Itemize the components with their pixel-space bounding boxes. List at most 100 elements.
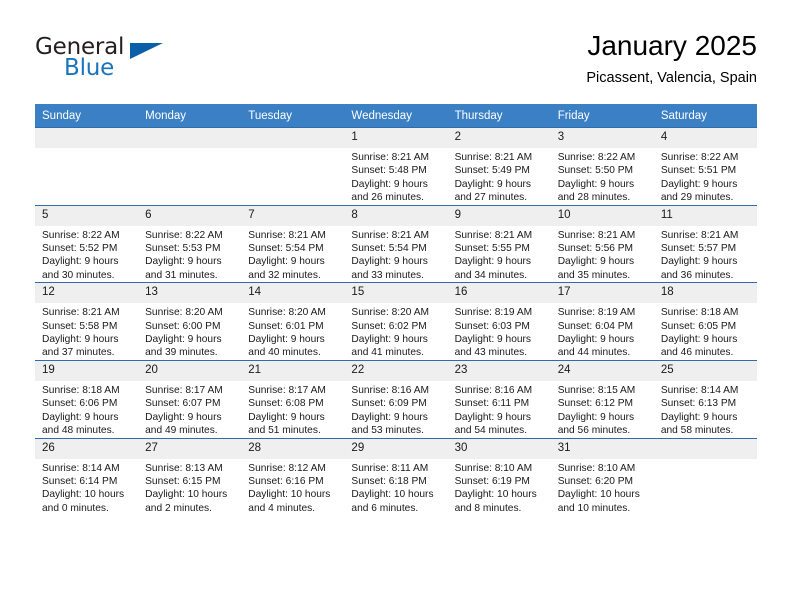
day-number: 9	[447, 205, 551, 226]
calendar-day-cell[interactable]: 3 Sunrise: 8:22 AM Sunset: 5:50 PM Dayli…	[550, 127, 654, 206]
day-details: Sunrise: 8:19 AM Sunset: 6:03 PM Dayligh…	[448, 303, 551, 360]
calendar-day-cell[interactable]: 10 Sunrise: 8:21 AM Sunset: 5:56 PM Dayl…	[550, 204, 654, 283]
sunset-text: Sunset: 5:52 PM	[42, 243, 118, 255]
sunset-text: Sunset: 5:58 PM	[42, 320, 118, 332]
sunrise-text: Sunrise: 8:21 AM	[454, 229, 533, 241]
calendar-day-cell[interactable]: 12 Sunrise: 8:21 AM Sunset: 5:58 PM Dayl…	[35, 282, 139, 361]
daylight-text-line2: and 26 minutes.	[351, 192, 424, 204]
sunset-text: Sunset: 6:11 PM	[454, 398, 530, 410]
calendar-day-cell[interactable]: 24 Sunrise: 8:15 AM Sunset: 6:12 PM Dayl…	[550, 359, 654, 438]
daylight-text-line1: Daylight: 10 hours	[248, 489, 331, 501]
day-details: Sunrise: 8:22 AM Sunset: 5:53 PM Dayligh…	[138, 226, 241, 283]
weekday-header-thursday: Thursday	[447, 104, 551, 128]
day-number: 8	[344, 205, 448, 226]
calendar-day-cell[interactable]: 21 Sunrise: 8:17 AM Sunset: 6:08 PM Dayl…	[241, 359, 345, 438]
daylight-text-line1: Daylight: 9 hours	[557, 256, 635, 268]
sunset-text: Sunset: 6:18 PM	[351, 475, 427, 487]
daylight-text-line2: and 46 minutes.	[660, 347, 734, 359]
calendar-day-cell[interactable]: 22 Sunrise: 8:16 AM Sunset: 6:09 PM Dayl…	[344, 359, 448, 438]
calendar-body: 1 Sunrise: 8:21 AM Sunset: 5:48 PM Dayli…	[35, 127, 757, 516]
daylight-text-line1: Daylight: 9 hours	[557, 334, 635, 346]
day-number: 20	[138, 360, 242, 381]
daylight-text-line2: and 31 minutes.	[145, 269, 218, 281]
day-details: Sunrise: 8:18 AM Sunset: 6:05 PM Dayligh…	[654, 303, 757, 360]
day-number	[138, 128, 242, 148]
day-details: Sunrise: 8:22 AM Sunset: 5:52 PM Dayligh…	[35, 226, 138, 283]
calendar-day-cell[interactable]: 19 Sunrise: 8:18 AM Sunset: 6:06 PM Dayl…	[35, 359, 139, 438]
calendar-day-cell[interactable]: 23 Sunrise: 8:16 AM Sunset: 6:11 PM Dayl…	[447, 359, 551, 438]
sunset-text: Sunset: 6:19 PM	[454, 475, 530, 487]
sunrise-text: Sunrise: 8:16 AM	[454, 384, 533, 396]
calendar-day-cell[interactable]: 20 Sunrise: 8:17 AM Sunset: 6:07 PM Dayl…	[138, 359, 242, 438]
daylight-text-line2: and 34 minutes.	[454, 269, 528, 281]
calendar-day-cell[interactable]: 11 Sunrise: 8:21 AM Sunset: 5:57 PM Dayl…	[653, 204, 757, 283]
sunrise-text: Sunrise: 8:22 AM	[660, 152, 739, 163]
calendar-day-cell[interactable]: 8 Sunrise: 8:21 AM Sunset: 5:54 PM Dayli…	[344, 204, 448, 283]
day-number: 24	[550, 360, 654, 381]
daylight-text-line2: and 54 minutes.	[454, 425, 528, 437]
daylight-text-line1: Daylight: 9 hours	[145, 256, 222, 268]
sunset-text: Sunset: 6:12 PM	[557, 398, 634, 410]
daylight-text-line1: Daylight: 9 hours	[42, 411, 119, 423]
day-details: Sunrise: 8:14 AM Sunset: 6:13 PM Dayligh…	[654, 381, 757, 438]
calendar-day-cell[interactable]: 6 Sunrise: 8:22 AM Sunset: 5:53 PM Dayli…	[138, 204, 242, 283]
sunrise-text: Sunrise: 8:22 AM	[42, 229, 120, 241]
day-number: 1	[344, 128, 448, 148]
calendar-day-cell[interactable]: 15 Sunrise: 8:20 AM Sunset: 6:02 PM Dayl…	[344, 282, 448, 361]
daylight-text-line1: Daylight: 10 hours	[454, 489, 537, 501]
calendar-day-cell[interactable]: 13 Sunrise: 8:20 AM Sunset: 6:00 PM Dayl…	[138, 282, 242, 361]
day-details: Sunrise: 8:15 AM Sunset: 6:12 PM Dayligh…	[551, 381, 654, 438]
calendar-day-cell[interactable]: 26 Sunrise: 8:14 AM Sunset: 6:14 PM Dayl…	[35, 437, 139, 516]
day-number: 14	[241, 283, 345, 304]
daylight-text-line1: Daylight: 9 hours	[454, 334, 532, 346]
calendar-day-cell[interactable]: 27 Sunrise: 8:13 AM Sunset: 6:15 PM Dayl…	[138, 437, 242, 516]
sunset-text: Sunset: 5:54 PM	[351, 243, 427, 255]
calendar-day-cell[interactable]: 2 Sunrise: 8:21 AM Sunset: 5:49 PM Dayli…	[447, 127, 551, 206]
calendar-day-cell[interactable]: 16 Sunrise: 8:19 AM Sunset: 6:03 PM Dayl…	[447, 282, 551, 361]
calendar-day-cell[interactable]: 31 Sunrise: 8:10 AM Sunset: 6:20 PM Dayl…	[550, 437, 654, 516]
daylight-text-line2: and 32 minutes.	[248, 269, 321, 281]
calendar-day-cell[interactable]: 25 Sunrise: 8:14 AM Sunset: 6:13 PM Dayl…	[653, 359, 757, 438]
general-blue-logo[interactable]: General Blue	[35, 34, 165, 88]
calendar-day-cell[interactable]: 29 Sunrise: 8:11 AM Sunset: 6:18 PM Dayl…	[344, 437, 448, 516]
sunrise-text: Sunrise: 8:13 AM	[145, 462, 223, 474]
sunset-text: Sunset: 5:49 PM	[454, 165, 530, 177]
calendar-day-cell[interactable]: 4 Sunrise: 8:22 AM Sunset: 5:51 PM Dayli…	[653, 127, 757, 206]
daylight-text-line2: and 6 minutes.	[351, 502, 419, 514]
daylight-text-line2: and 58 minutes.	[660, 425, 734, 437]
calendar-page: General Blue January 2025 Picassent, Val…	[0, 0, 792, 612]
blue-flag-icon	[130, 43, 163, 59]
day-details: Sunrise: 8:22 AM Sunset: 5:50 PM Dayligh…	[551, 148, 654, 205]
calendar-day-cell[interactable]: 9 Sunrise: 8:21 AM Sunset: 5:55 PM Dayli…	[447, 204, 551, 283]
calendar-day-cell[interactable]	[241, 127, 345, 206]
daylight-text-line2: and 4 minutes.	[248, 502, 316, 514]
day-number: 18	[653, 283, 757, 304]
calendar-day-cell[interactable]: 1 Sunrise: 8:21 AM Sunset: 5:48 PM Dayli…	[344, 127, 448, 206]
weekday-header-sunday: Sunday	[35, 104, 139, 128]
sunrise-text: Sunrise: 8:14 AM	[660, 384, 739, 396]
calendar-day-cell[interactable]: 28 Sunrise: 8:12 AM Sunset: 6:16 PM Dayl…	[241, 437, 345, 516]
day-details: Sunrise: 8:14 AM Sunset: 6:14 PM Dayligh…	[35, 459, 138, 516]
day-details: Sunrise: 8:11 AM Sunset: 6:18 PM Dayligh…	[344, 459, 447, 516]
daylight-text-line2: and 41 minutes.	[351, 347, 424, 359]
calendar-day-cell[interactable]: 7 Sunrise: 8:21 AM Sunset: 5:54 PM Dayli…	[241, 204, 345, 283]
calendar-day-cell[interactable]	[35, 127, 139, 206]
day-number: 12	[35, 283, 139, 304]
calendar-day-cell[interactable]	[653, 437, 757, 516]
calendar-day-cell[interactable]: 30 Sunrise: 8:10 AM Sunset: 6:19 PM Dayl…	[447, 437, 551, 516]
daylight-text-line1: Daylight: 9 hours	[557, 178, 635, 190]
daylight-text-line2: and 8 minutes.	[454, 502, 522, 514]
calendar-day-cell[interactable]: 18 Sunrise: 8:18 AM Sunset: 6:05 PM Dayl…	[653, 282, 757, 361]
daylight-text-line2: and 10 minutes.	[557, 502, 631, 514]
sunrise-text: Sunrise: 8:10 AM	[454, 462, 533, 474]
calendar-day-cell[interactable]: 5 Sunrise: 8:22 AM Sunset: 5:52 PM Dayli…	[35, 204, 139, 283]
sunrise-text: Sunrise: 8:17 AM	[145, 384, 223, 396]
daylight-text-line2: and 30 minutes.	[42, 269, 115, 281]
calendar-day-cell[interactable]: 14 Sunrise: 8:20 AM Sunset: 6:01 PM Dayl…	[241, 282, 345, 361]
sunrise-text: Sunrise: 8:12 AM	[248, 462, 326, 474]
daylight-text-line1: Daylight: 9 hours	[351, 256, 428, 268]
weekday-header-friday: Friday	[550, 104, 654, 128]
calendar-day-cell[interactable]: 17 Sunrise: 8:19 AM Sunset: 6:04 PM Dayl…	[550, 282, 654, 361]
calendar-day-cell[interactable]	[138, 127, 242, 206]
sunset-text: Sunset: 5:54 PM	[248, 243, 324, 255]
